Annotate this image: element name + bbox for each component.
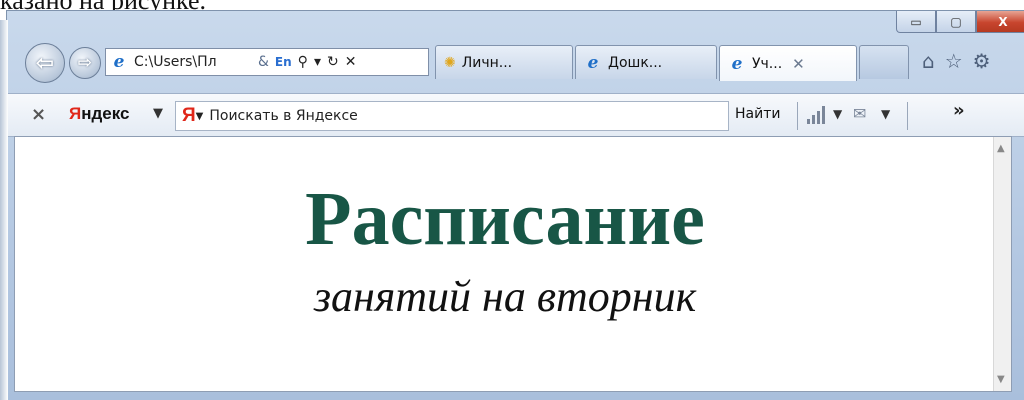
tab-active[interactable]: e Уч... ✕ [719, 45, 857, 81]
yandex-toolbar: × Яндекс ▼ Я ▼ Поискать в Яндексе Найти … [7, 93, 1024, 137]
tab-label: Уч... [752, 55, 783, 72]
chevron-down-icon[interactable]: ▼ [153, 106, 163, 121]
yandex-brand-button[interactable]: Яндекс [69, 104, 129, 124]
chevron-down-icon[interactable]: ▼ [881, 107, 890, 121]
more-button[interactable]: » [953, 100, 965, 121]
compatibility-icon[interactable]: & [258, 54, 269, 70]
close-icon: X [998, 14, 1008, 29]
arrow-right-icon: ⇨ [77, 53, 93, 73]
ie-page-icon: e [113, 52, 125, 72]
scroll-up-icon[interactable]: ▲ [997, 143, 1005, 154]
stop-icon[interactable]: ✕ [345, 54, 357, 70]
minimize-icon: ▭ [910, 14, 922, 29]
tab-personal[interactable]: ✺ Личн... [435, 45, 573, 79]
signal-bars-icon[interactable] [807, 106, 825, 124]
close-window-button[interactable]: X [976, 11, 1024, 33]
tab-label: Личн... [461, 54, 513, 71]
page-title: Расписание [305, 177, 705, 261]
window-edge [0, 20, 8, 400]
address-bar[interactable]: e C:\Users\Пл & En ⚲ ▾ ↻ ✕ [105, 48, 429, 76]
browser-icon: ✺ [444, 54, 456, 71]
back-button[interactable]: ⇦ [25, 43, 65, 83]
chevron-down-icon[interactable]: ▼ [196, 111, 204, 122]
divider [797, 102, 798, 130]
ie-icon: e [587, 52, 599, 73]
yandex-brand-rest: ндекс [81, 104, 130, 123]
settings-gear-icon[interactable]: ⚙ [973, 49, 991, 73]
scroll-down-icon[interactable]: ▼ [997, 374, 1005, 385]
page-content: Расписание занятий на вторник ▲ ▼ [14, 136, 1012, 392]
favorites-star-icon[interactable]: ☆ [945, 49, 963, 73]
ie-icon: e [731, 53, 743, 74]
find-button[interactable]: Найти [735, 106, 780, 122]
yandex-logo: Я [182, 105, 196, 126]
search-placeholder: Поискать в Яндексе [209, 108, 358, 124]
yandex-search-input[interactable]: Я ▼ Поискать в Яндексе [175, 101, 729, 131]
tab-close-icon[interactable]: ✕ [792, 55, 805, 73]
arrow-left-icon: ⇦ [35, 50, 55, 76]
navigation-bar: ⇦ ⇨ e C:\Users\Пл & En ⚲ ▾ ↻ ✕ ✺ Личн...… [7, 41, 1024, 85]
address-url: C:\Users\Пл [134, 54, 217, 70]
vertical-scrollbar[interactable]: ▲ ▼ [993, 137, 1011, 391]
new-tab-button[interactable] [859, 45, 909, 79]
divider [907, 102, 908, 130]
language-indicator[interactable]: En [275, 55, 292, 69]
chevron-down-icon[interactable]: ▼ [833, 107, 842, 121]
home-icon[interactable]: ⌂ [922, 49, 935, 73]
toolbar-close-icon[interactable]: × [31, 104, 46, 125]
dropdown-icon[interactable]: ▾ [314, 54, 321, 70]
yandex-brand-first-letter: Я [69, 104, 82, 123]
minimize-button[interactable]: ▭ [896, 11, 936, 33]
tab-preschool[interactable]: e Дошк... [575, 45, 717, 79]
tab-label: Дошк... [608, 54, 663, 71]
refresh-icon[interactable]: ↻ [327, 54, 339, 70]
command-icons: ⌂ ☆ ⚙ [922, 49, 991, 73]
forward-button[interactable]: ⇨ [69, 47, 101, 79]
maximize-button[interactable]: ▢ [936, 11, 976, 33]
page-subtitle: занятий на вторник [313, 272, 697, 321]
mail-icon[interactable]: ✉ [853, 104, 866, 123]
maximize-icon: ▢ [950, 14, 962, 29]
window-controls: ▭ ▢ X [896, 11, 1024, 33]
search-icon[interactable]: ⚲ [298, 54, 308, 70]
